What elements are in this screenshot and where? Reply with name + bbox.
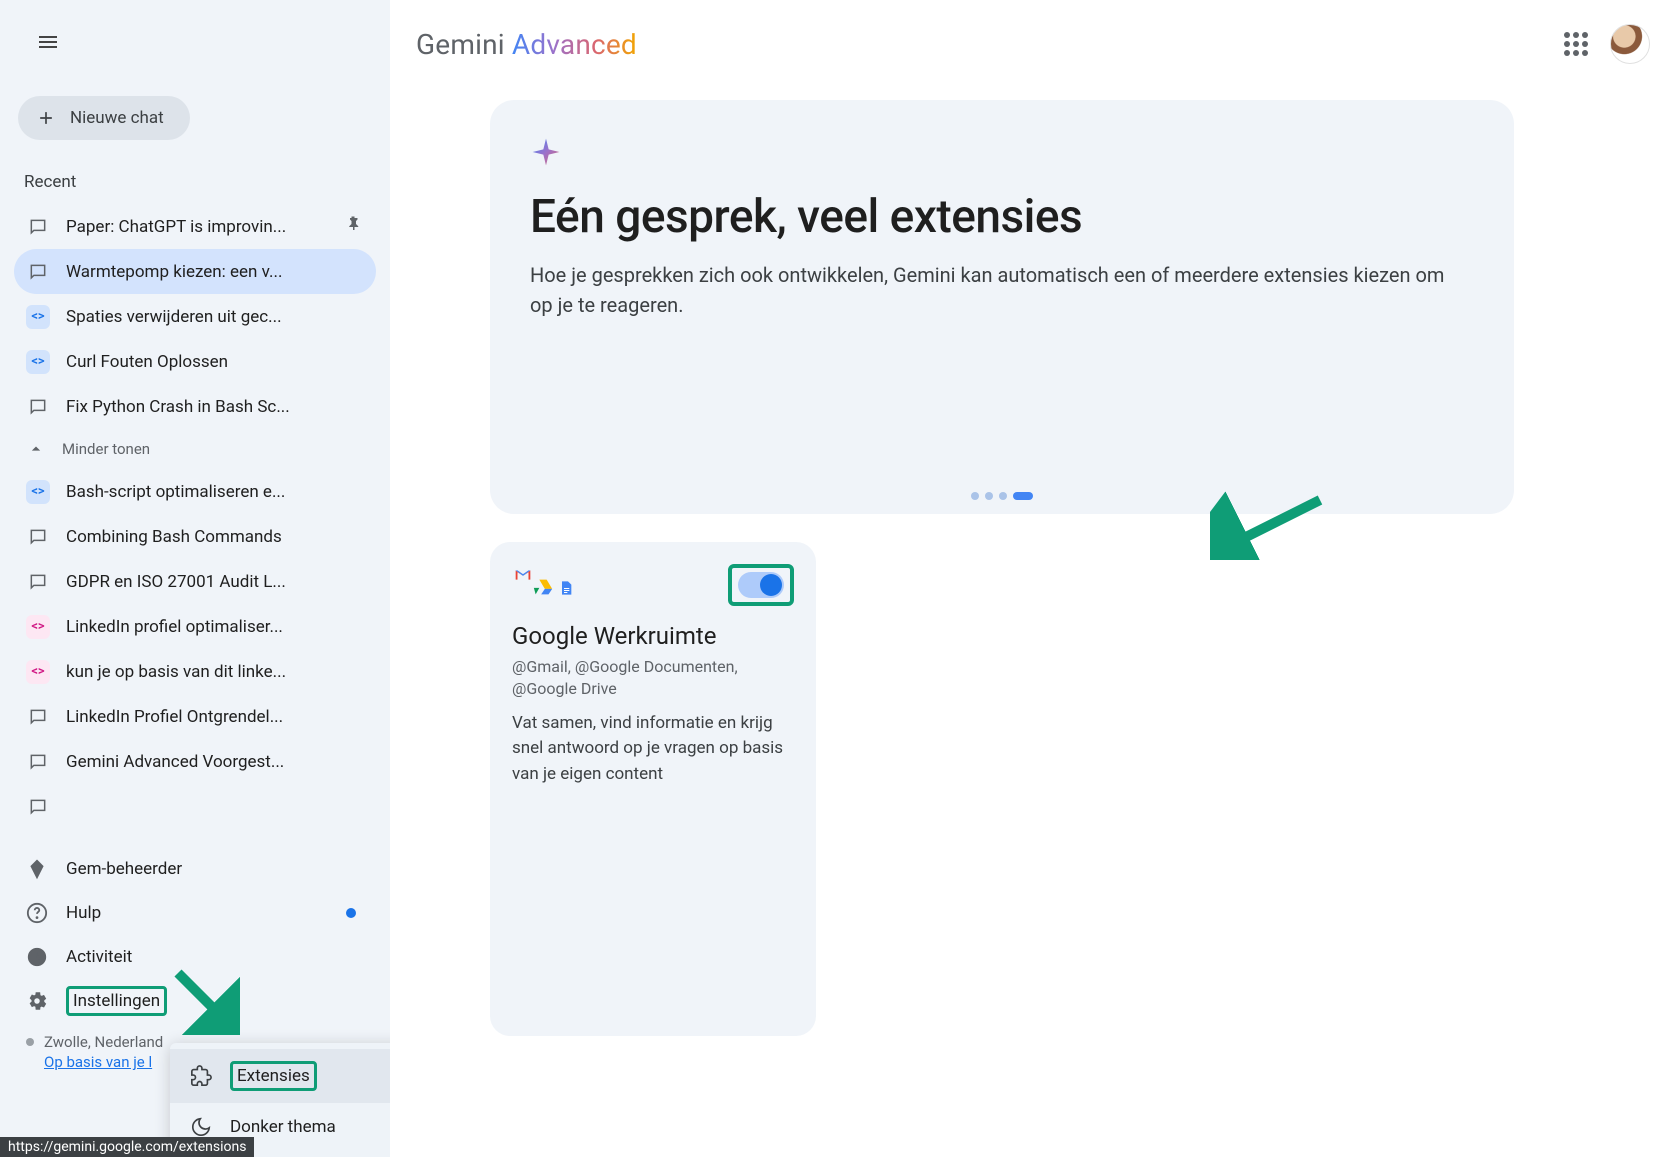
brand-name: Gemini bbox=[416, 28, 505, 61]
chat-item-more-7[interactable] bbox=[14, 784, 376, 829]
brand-tier: Advanced bbox=[512, 28, 637, 61]
chat-item-label: Fix Python Crash in Bash Sc... bbox=[66, 397, 364, 417]
chat-item-more-0[interactable]: <> Bash-script optimaliseren e... bbox=[14, 469, 376, 514]
code-blue-icon: <> bbox=[26, 305, 50, 329]
hero-title: Eén gesprek, veel extensies bbox=[530, 190, 1474, 244]
brand[interactable]: Gemini Advanced bbox=[416, 28, 637, 61]
code-blue-icon: <> bbox=[26, 350, 50, 374]
chat-icon bbox=[26, 395, 50, 419]
chat-item-more-5[interactable]: LinkedIn Profiel Ontgrendel... bbox=[14, 694, 376, 739]
menu-button[interactable] bbox=[24, 18, 72, 66]
popup-extensions-label: Extensies bbox=[230, 1061, 317, 1091]
plus-icon bbox=[36, 108, 56, 128]
main-area: Gemini Advanced Eén gesprek, veel extens… bbox=[390, 0, 1680, 1157]
help-item[interactable]: Hulp bbox=[14, 891, 376, 935]
extension-toggle[interactable] bbox=[738, 572, 784, 598]
chat-item-top-2[interactable]: <> Spaties verwijderen uit gec... bbox=[14, 294, 376, 339]
chat-item-top-1[interactable]: Warmtepomp kiezen: een v... bbox=[14, 249, 376, 294]
diamond-icon bbox=[26, 858, 48, 880]
avatar[interactable] bbox=[1610, 24, 1650, 64]
chat-item-more-1[interactable]: Combining Bash Commands bbox=[14, 514, 376, 559]
recent-label: Recent bbox=[14, 172, 376, 204]
chat-item-top-4[interactable]: Fix Python Crash in Bash Sc... bbox=[14, 384, 376, 429]
chevron-up-icon bbox=[26, 439, 46, 459]
new-chat-button[interactable]: Nieuwe chat bbox=[18, 96, 190, 140]
chat-item-label: Combining Bash Commands bbox=[66, 527, 364, 547]
hero-body: Hoe je gesprekken zich ook ontwikkelen, … bbox=[530, 260, 1450, 320]
carousel-dots[interactable] bbox=[971, 492, 1033, 500]
gear-icon bbox=[26, 990, 48, 1012]
sidebar: Nieuwe chat Recent Paper: ChatGPT is imp… bbox=[0, 0, 390, 1157]
help-icon bbox=[26, 902, 48, 924]
main-header: Gemini Advanced bbox=[390, 0, 1680, 70]
chat-item-label: Bash-script optimaliseren e... bbox=[66, 482, 364, 502]
moon-icon bbox=[190, 1116, 212, 1138]
chat-icon bbox=[26, 705, 50, 729]
extension-card-title: Google Werkruimte bbox=[512, 622, 794, 650]
code-pink-icon: <> bbox=[26, 660, 50, 684]
chat-item-more-6[interactable]: Gemini Advanced Voorgest... bbox=[14, 739, 376, 784]
new-chat-label: Nieuwe chat bbox=[70, 108, 164, 128]
chat-icon bbox=[26, 260, 50, 284]
workspace-icons bbox=[512, 564, 574, 598]
chat-item-more-3[interactable]: <> LinkedIn profiel optimaliser... bbox=[14, 604, 376, 649]
pin-icon bbox=[344, 215, 364, 238]
hero-card: Eén gesprek, veel extensies Hoe je gespr… bbox=[490, 100, 1514, 514]
chat-icon bbox=[26, 750, 50, 774]
activity-label: Activiteit bbox=[66, 947, 132, 967]
extension-icon bbox=[190, 1065, 212, 1087]
sparkle-icon bbox=[530, 136, 562, 168]
chat-item-label: Spaties verwijderen uit gec... bbox=[66, 307, 364, 327]
location-dot-icon bbox=[26, 1038, 34, 1046]
chat-item-label: GDPR en ISO 27001 Audit L... bbox=[66, 572, 364, 592]
extension-toggle-highlight bbox=[728, 564, 794, 606]
show-less-toggle[interactable]: Minder tonen bbox=[14, 429, 376, 469]
chat-icon bbox=[26, 795, 50, 819]
chat-item-label: Curl Fouten Oplossen bbox=[66, 352, 364, 372]
chat-item-top-3[interactable]: <> Curl Fouten Oplossen bbox=[14, 339, 376, 384]
settings-item[interactable]: Instellingen bbox=[14, 979, 376, 1023]
notification-dot-icon bbox=[346, 908, 356, 918]
extension-card-google-workspace[interactable]: Google Werkruimte @Gmail, @Google Docume… bbox=[490, 542, 816, 1036]
gem-manager-label: Gem-beheerder bbox=[66, 859, 182, 879]
drive-icon bbox=[532, 576, 554, 598]
popup-dark-theme-label: Donker thema bbox=[230, 1117, 336, 1137]
chat-item-top-0[interactable]: Paper: ChatGPT is improvin... bbox=[14, 204, 376, 249]
chat-item-more-4[interactable]: <> kun je op basis van dit linke... bbox=[14, 649, 376, 694]
extension-card-desc: Vat samen, vind informatie en krijg snel… bbox=[512, 711, 794, 788]
activity-item[interactable]: Activiteit bbox=[14, 935, 376, 979]
code-pink-icon: <> bbox=[26, 615, 50, 639]
chat-item-more-2[interactable]: GDPR en ISO 27001 Audit L... bbox=[14, 559, 376, 604]
show-less-label: Minder tonen bbox=[62, 440, 150, 458]
settings-label: Instellingen bbox=[66, 986, 167, 1016]
chat-item-label: Gemini Advanced Voorgest... bbox=[66, 752, 364, 772]
location-city: Zwolle, Nederland bbox=[44, 1033, 163, 1051]
gmail-icon bbox=[512, 564, 534, 586]
chat-icon bbox=[26, 215, 50, 239]
history-icon bbox=[26, 946, 48, 968]
code-blue-icon: <> bbox=[26, 480, 50, 504]
chat-item-label: LinkedIn profiel optimaliser... bbox=[66, 617, 364, 637]
help-label: Hulp bbox=[66, 903, 101, 923]
chat-item-label: LinkedIn Profiel Ontgrendel... bbox=[66, 707, 364, 727]
apps-grid-icon[interactable] bbox=[1564, 32, 1588, 56]
chat-item-label: kun je op basis van dit linke... bbox=[66, 662, 364, 682]
status-bar-url: https://gemini.google.com/extensions bbox=[0, 1137, 254, 1157]
chat-item-label: Warmtepomp kiezen: een v... bbox=[66, 262, 364, 282]
gem-manager-item[interactable]: Gem-beheerder bbox=[14, 847, 376, 891]
chat-item-label: Paper: ChatGPT is improvin... bbox=[66, 217, 328, 237]
chat-icon bbox=[26, 525, 50, 549]
docs-icon bbox=[558, 578, 574, 598]
menu-icon bbox=[36, 30, 60, 54]
extension-card-subtitle: @Gmail, @Google Documenten, @Google Driv… bbox=[512, 656, 794, 701]
chat-icon bbox=[26, 570, 50, 594]
